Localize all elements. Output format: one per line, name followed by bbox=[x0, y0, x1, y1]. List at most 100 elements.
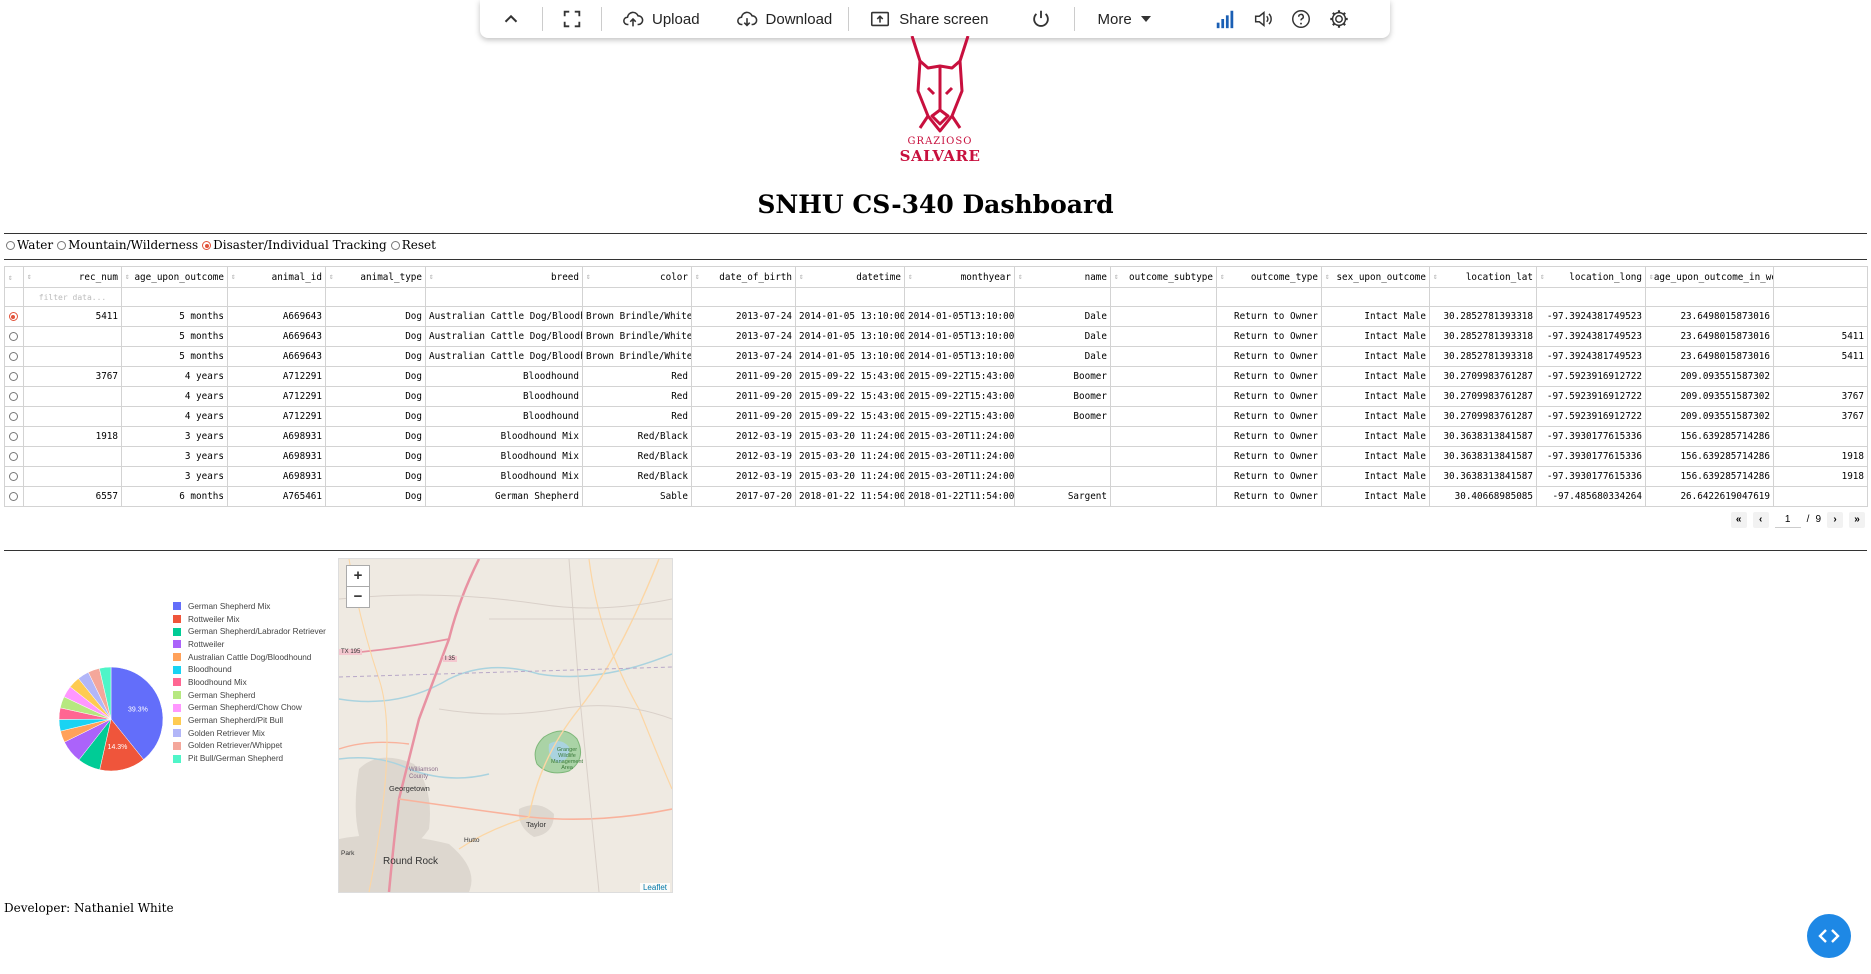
column-header[interactable]: ⇕ sex_upon_outcome bbox=[1321, 266, 1430, 288]
sort-icon[interactable]: ⇕ bbox=[8, 273, 13, 282]
table-row[interactable]: 3 years A698931 Dog Bloodhound Mix Red/Black… bbox=[4, 466, 1868, 487]
sort-icon[interactable]: ⇕ bbox=[1540, 272, 1545, 281]
table-row[interactable]: 5411 5 months A669643 Dog Australian Cattle … bbox=[4, 306, 1868, 327]
legend-item[interactable]: Pit Bull/German Shepherd bbox=[173, 752, 326, 765]
column-filter-cell[interactable] bbox=[904, 287, 1015, 307]
legend-item[interactable]: German Shepherd/Chow Chow bbox=[173, 702, 326, 715]
column-header[interactable]: ⇕age_upon_outcome_in_weeks bbox=[1645, 266, 1774, 288]
row-select-cell[interactable] bbox=[4, 426, 24, 447]
column-header[interactable]: ⇕ bbox=[4, 266, 24, 288]
filter-option-reset[interactable]: Reset bbox=[390, 238, 436, 252]
column-header[interactable] bbox=[1773, 266, 1868, 288]
column-header[interactable]: ⇕ outcome_subtype bbox=[1110, 266, 1217, 288]
volume-button[interactable] bbox=[1244, 0, 1282, 38]
row-select-cell[interactable] bbox=[4, 446, 24, 467]
column-filter-cell[interactable] bbox=[1773, 287, 1868, 307]
legend-item[interactable]: Bloodhound Mix bbox=[173, 676, 326, 689]
table-row[interactable]: 5 months A669643 Dog Australian Cattle Dog/… bbox=[4, 346, 1868, 367]
share-screen-button[interactable]: Share screen bbox=[849, 0, 1008, 38]
column-filter-cell[interactable] bbox=[1014, 287, 1111, 307]
column-filter-cell[interactable] bbox=[691, 287, 796, 307]
row-select-cell[interactable] bbox=[4, 406, 24, 427]
leaflet-attribution-link[interactable]: Leaflet bbox=[639, 883, 670, 892]
table-row[interactable]: 6557 6 months A765461 Dog German Shepherd Sab… bbox=[4, 486, 1868, 507]
table-row[interactable]: 4 years A712291 Dog Bloodhound Red 2011-09-20… bbox=[4, 386, 1868, 407]
row-select-cell[interactable] bbox=[4, 366, 24, 387]
column-header[interactable]: ⇕ location_lat bbox=[1429, 266, 1537, 288]
sort-icon[interactable]: ⇕ bbox=[586, 272, 591, 281]
legend-item[interactable]: German Shepherd bbox=[173, 689, 326, 702]
radio-button[interactable] bbox=[202, 241, 212, 250]
column-filter-cell[interactable] bbox=[1645, 287, 1774, 307]
fullscreen-button[interactable] bbox=[543, 0, 601, 38]
sort-icon[interactable]: ⇕ bbox=[231, 272, 236, 281]
table-row[interactable]: 3767 4 years A712291 Dog Bloodhound Red 2011-0… bbox=[4, 366, 1868, 387]
table-row[interactable]: 5 months A669643 Dog Australian Cattle Dog/… bbox=[4, 326, 1868, 347]
column-filter-cell[interactable] bbox=[795, 287, 905, 307]
row-select-cell[interactable] bbox=[4, 306, 24, 327]
column-filter-cell[interactable] bbox=[1216, 287, 1322, 307]
column-filter-cell[interactable] bbox=[325, 287, 426, 307]
column-header[interactable]: ⇕ animal_id bbox=[227, 266, 326, 288]
row-select-radio[interactable] bbox=[8, 412, 18, 421]
column-header[interactable]: ⇕ outcome_type bbox=[1216, 266, 1322, 288]
column-filter-cell[interactable] bbox=[1321, 287, 1430, 307]
column-filter-cell[interactable] bbox=[1429, 287, 1537, 307]
column-filter-cell[interactable] bbox=[582, 287, 692, 307]
power-button[interactable] bbox=[1008, 0, 1074, 38]
sort-icon[interactable]: ⇕ bbox=[1220, 272, 1225, 281]
download-button[interactable]: Download bbox=[720, 0, 849, 38]
collapse-button[interactable] bbox=[480, 0, 542, 38]
column-filter-cell[interactable] bbox=[227, 287, 326, 307]
legend-item[interactable]: German Shepherd/Labrador Retriever bbox=[173, 625, 326, 638]
prev-page-button[interactable]: ‹ bbox=[1752, 511, 1769, 528]
row-select-cell[interactable] bbox=[4, 466, 24, 487]
column-header[interactable]: ⇕ date_of_birth bbox=[691, 266, 796, 288]
row-select-radio[interactable] bbox=[8, 492, 18, 501]
row-select-radio[interactable] bbox=[8, 332, 18, 341]
column-header[interactable]: ⇕ monthyear bbox=[904, 266, 1015, 288]
legend-item[interactable]: Bloodhound bbox=[173, 663, 326, 676]
radio-button[interactable] bbox=[390, 241, 400, 250]
upload-button[interactable]: Upload bbox=[602, 0, 720, 38]
filter-option-water[interactable]: Water bbox=[6, 238, 53, 252]
sort-icon[interactable]: ⇕ bbox=[908, 272, 913, 281]
zoom-out-button[interactable]: − bbox=[346, 586, 370, 608]
sort-icon[interactable]: ⇕ bbox=[125, 272, 130, 281]
last-page-button[interactable]: » bbox=[1849, 511, 1865, 528]
legend-item[interactable]: Golden Retriever/Whippet bbox=[173, 740, 326, 753]
legend-item[interactable]: Rottweiler Mix bbox=[173, 613, 326, 626]
row-select-cell[interactable] bbox=[4, 326, 24, 347]
location-map[interactable]: + − TX 195 I 35 Granger Wildlife Managem… bbox=[338, 558, 673, 893]
page-number-input[interactable] bbox=[1774, 511, 1801, 528]
row-select-cell[interactable] bbox=[4, 346, 24, 367]
column-header[interactable]: ⇕ datetime bbox=[795, 266, 905, 288]
sort-icon[interactable]: ⇕ bbox=[1018, 272, 1023, 281]
table-row[interactable]: 4 years A712291 Dog Bloodhound Red 2011-09-20… bbox=[4, 406, 1868, 427]
radio-button[interactable] bbox=[57, 241, 67, 250]
settings-button[interactable] bbox=[1320, 0, 1358, 38]
column-header[interactable]: ⇕ breed bbox=[425, 266, 583, 288]
filter-option-disaster[interactable]: Disaster/Individual Tracking bbox=[202, 238, 387, 252]
code-toggle-button[interactable] bbox=[1807, 914, 1851, 958]
row-select-radio[interactable] bbox=[8, 432, 18, 441]
first-page-button[interactable]: « bbox=[1730, 511, 1747, 528]
legend-item[interactable]: Golden Retriever Mix bbox=[173, 727, 326, 740]
zoom-in-button[interactable]: + bbox=[346, 565, 370, 587]
table-row[interactable]: 3 years A698931 Dog Bloodhound Mix Red/Black… bbox=[4, 446, 1868, 467]
column-filter-cell[interactable] bbox=[121, 287, 228, 307]
column-header[interactable]: ⇕ rec_num bbox=[23, 266, 122, 288]
row-select-radio[interactable] bbox=[8, 452, 18, 461]
column-header[interactable]: ⇕ name bbox=[1014, 266, 1111, 288]
row-select-radio[interactable] bbox=[8, 352, 18, 361]
column-header[interactable]: ⇕ color bbox=[582, 266, 692, 288]
legend-item[interactable]: German Shepherd/Pit Bull bbox=[173, 714, 326, 727]
more-button[interactable]: More bbox=[1075, 0, 1173, 38]
filter-option-mountain[interactable]: Mountain/Wilderness bbox=[57, 238, 198, 252]
help-button[interactable] bbox=[1282, 0, 1320, 38]
column-filter-cell[interactable] bbox=[1110, 287, 1217, 307]
row-select-radio[interactable] bbox=[8, 312, 18, 321]
column-header[interactable]: ⇕ age_upon_outcome bbox=[121, 266, 228, 288]
sort-icon[interactable]: ⇕ bbox=[429, 272, 434, 281]
row-select-radio[interactable] bbox=[8, 392, 18, 401]
